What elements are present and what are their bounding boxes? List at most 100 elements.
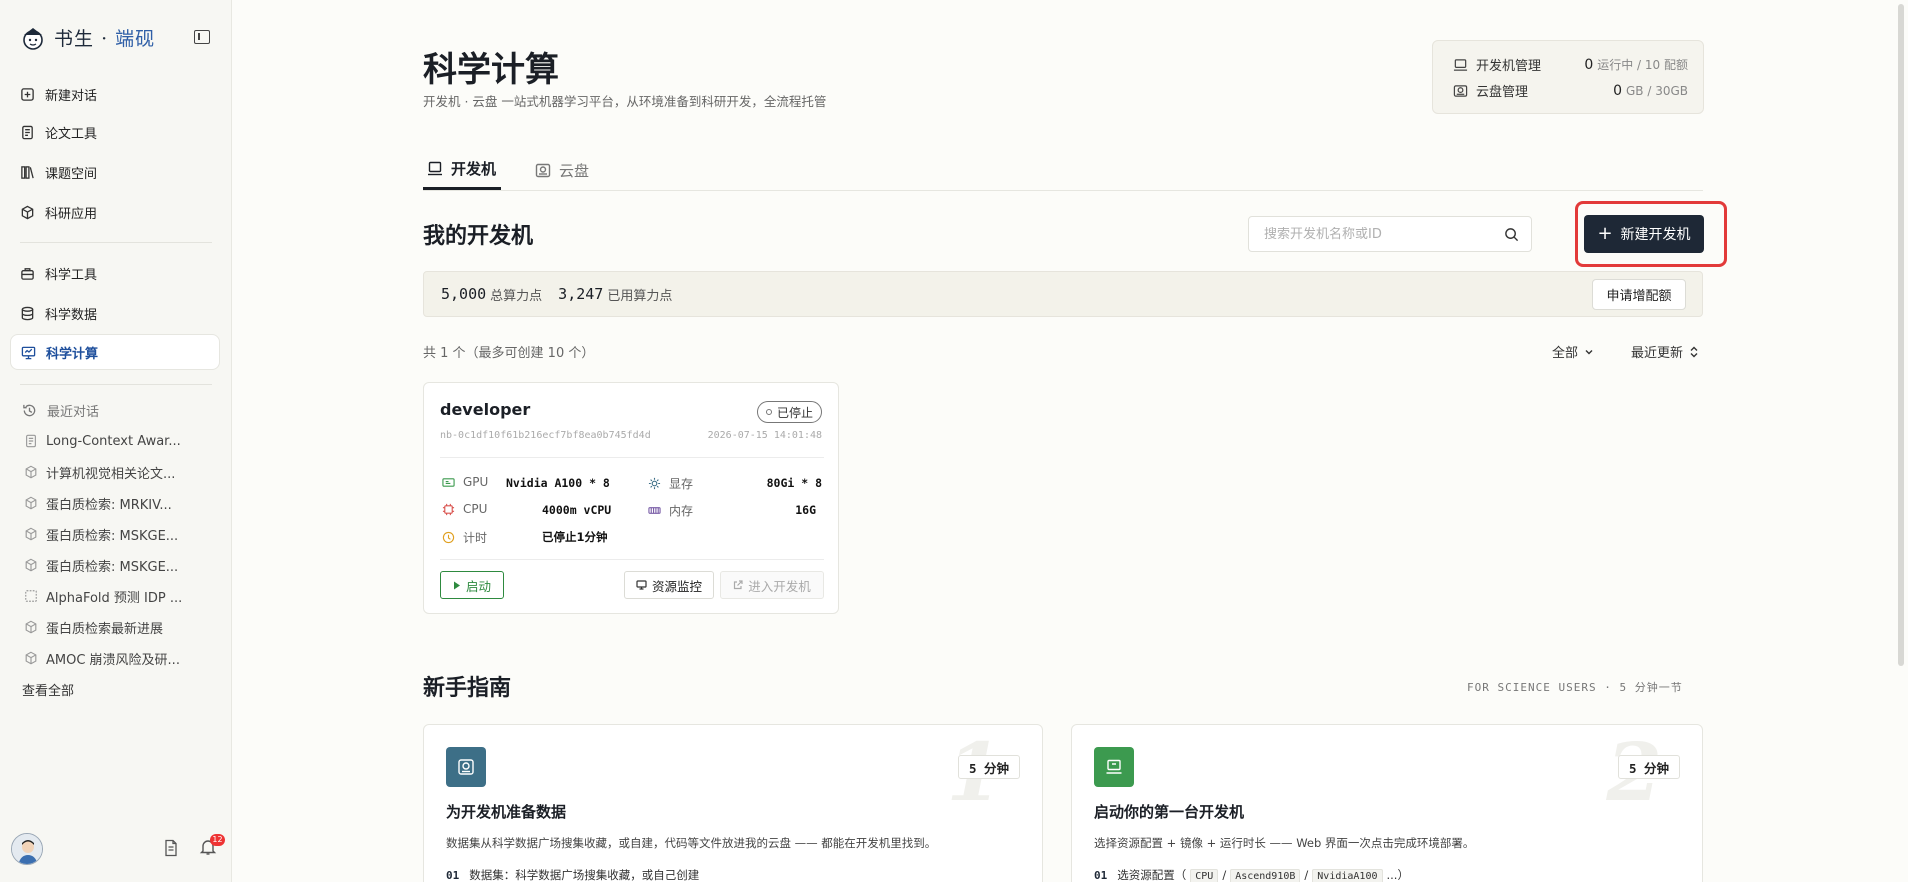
sidebar-item-label: 论文工具 [45,126,98,142]
sidebar-item-topic-space[interactable]: 课题空间 [10,154,220,190]
cpu-label: CPU [463,502,488,516]
guide-step-prefix: 选资源配置（ [1117,868,1187,882]
new-dev-machine-button[interactable]: + 新建开发机 [1584,215,1704,253]
guide-step-number: 01 [446,868,460,882]
total-compute-value: 5,000 [441,285,487,303]
tab-divider [423,190,1703,191]
recent-chat-label: AlphaFold 预测 IDP ... [46,590,183,606]
sidebar-item-paper-tools[interactable]: 论文工具 [10,114,220,150]
cube-icon [25,527,37,541]
status-label: 已停止 [776,405,813,420]
external-link-icon [734,580,743,590]
grid-icon [25,590,37,602]
my-dev-title: 我的开发机 [423,223,534,249]
monitor-icon [21,346,36,359]
timer-value: 已停止1分钟 [542,530,608,544]
card-divider [440,457,824,458]
brand-name: 书生 [54,28,95,50]
sidebar-item-label: 科学数据 [45,307,98,323]
dev-machine-name: developer [440,400,531,419]
sidebar: 书生 · 端砚 新建对话 论文工具 课题空间 科研应用 科学工具 科学数据 科学… [0,0,232,882]
guide-card-desc: 选择资源配置 + 镜像 + 运行时长 —— Web 界面一次点击完成环境部署。 [1094,836,1475,850]
brand[interactable]: 书生 · 端砚 [20,24,155,51]
recent-chat-item[interactable]: AlphaFold 预测 IDP ... [24,584,214,608]
guide-card-prepare-data[interactable]: 1 5 分钟 为开发机准备数据 数据集从科学数据广场搜集收藏，或自建，代码等文件… [423,724,1043,882]
disk-icon [458,759,474,775]
cube-icon [25,465,37,479]
used-compute-label: 已用算力点 [607,288,673,304]
guide-card-desc: 数据集从科学数据广场搜集收藏，或自建，代码等文件放进我的云盘 —— 都能在开发机… [446,836,937,850]
guide-step: 01 选资源配置（ CPU / Ascend910B / NvidiaA100...） [1094,868,1409,882]
dev-machine-id: nb-0c1df10f61b216ecf7bf8ea0b745fd4d [440,430,651,441]
recent-chat-item[interactable]: 计算机视觉相关论文... [24,460,214,484]
start-button[interactable]: 启动 [440,571,504,599]
guide-duration-badge: 5 分钟 [1617,755,1680,779]
tab-cloud-disk[interactable]: 云盘 [531,150,594,190]
avatar-image [12,834,42,864]
gpu-label: GPU [463,475,489,489]
recent-chat-item[interactable]: 蛋白质检索: MSKGE... [24,553,214,577]
memory-icon [648,507,661,514]
sidebar-item-science-data[interactable]: 科学数据 [10,295,220,331]
tab-dev-machine[interactable]: 开发机 [423,150,502,190]
dev-machine-time: 2026-07-15 14:01:48 [707,430,822,441]
search-input[interactable] [1264,226,1504,242]
memory-label: 内存 [669,504,694,518]
resource-monitor-button[interactable]: 资源监控 [624,571,714,599]
sidebar-item-new-chat[interactable]: 新建对话 [10,76,220,112]
document-icon[interactable] [163,839,179,857]
memory-spec: 内存 [648,502,693,519]
sort-dropdown[interactable]: 最近更新 [1631,342,1699,361]
enter-dev-machine-button[interactable]: 进入开发机 [720,571,824,599]
compute-stats-bar: 5,000 总算力点 3,247 已用算力点 申请增配额 [423,271,1703,317]
recent-chat-label: Long-Context Awar... [46,433,181,449]
status-dot-icon [765,409,772,415]
database-icon [21,306,34,320]
laptop-icon [1106,759,1122,774]
quota-disk-row[interactable]: 云盘管理 0 GB / 30GB [1453,81,1688,100]
status-badge: 已停止 [756,401,822,423]
cube-icon [25,651,37,665]
monitor-icon [636,580,647,590]
library-icon [21,165,34,179]
page-subtitle: 开发机 · 云盘 一站式机器学习平台，从环境准备到科研开发，全流程托管 [423,94,827,109]
guide-card-title: 启动你的第一台开发机 [1094,803,1245,821]
guide-step-code: ... [1386,868,1398,882]
guide-card-title: 为开发机准备数据 [446,803,567,821]
guide-meta: FOR SCIENCE USERS · 5 分钟一节 [1467,681,1683,694]
guide-card-first-dev[interactable]: 2 5 分钟 启动你的第一台开发机 选择资源配置 + 镜像 + 运行时长 —— … [1071,724,1703,882]
card-divider [440,559,824,560]
quota-dev-row[interactable]: 开发机管理 0 运行中 / 10 配额 [1453,55,1688,74]
avatar[interactable] [11,833,43,865]
recent-chat-item[interactable]: 蛋白质检索: MRKIV... [24,491,214,515]
recent-chat-item[interactable]: 蛋白质检索最新进展 [24,615,214,639]
sidebar-item-science-tools[interactable]: 科学工具 [10,255,220,291]
quota-disk-label: 云盘管理 [1476,85,1529,100]
view-all-link[interactable]: 查看全部 [22,680,74,699]
sidebar-item-science-compute[interactable]: 科学计算 [10,334,220,370]
sidebar-collapse-icon[interactable] [194,30,210,44]
recent-chat-item[interactable]: AMOC 崩溃风险及研... [24,646,214,670]
apply-quota-button[interactable]: 申请增配额 [1592,279,1686,310]
notification-badge: 12 [210,834,225,846]
resource-monitor-label: 资源监控 [651,578,702,594]
timer-label: 计时 [463,531,488,545]
gpu-value: Nvidia A100 * 8 [506,476,610,490]
dev-machine-card: developer 已停止 nb-0c1df10f61b216ecf7bf8ea… [423,382,839,614]
disk-icon [1453,84,1468,97]
cpu-value: 4000m vCPU [542,503,612,517]
status-filter-dropdown[interactable]: 全部 [1552,342,1594,361]
recent-chat-item[interactable]: Long-Context Awar... [24,429,214,453]
brand-accent: 端砚 [115,28,156,50]
tab-label: 云盘 [559,161,590,180]
search-icon[interactable] [1504,227,1519,242]
recent-chats-title: 最近对话 [47,405,100,420]
sidebar-item-research-apps[interactable]: 科研应用 [10,194,220,230]
disk-icon [535,163,551,177]
gpu-icon [442,477,455,487]
history-icon [23,404,36,417]
page-scrollbar[interactable] [1898,4,1904,666]
search-box [1248,216,1532,252]
recent-chat-item[interactable]: 蛋白质检索: MSKGE... [24,522,214,546]
recent-chat-label: 蛋白质检索最新进展 [46,621,164,637]
